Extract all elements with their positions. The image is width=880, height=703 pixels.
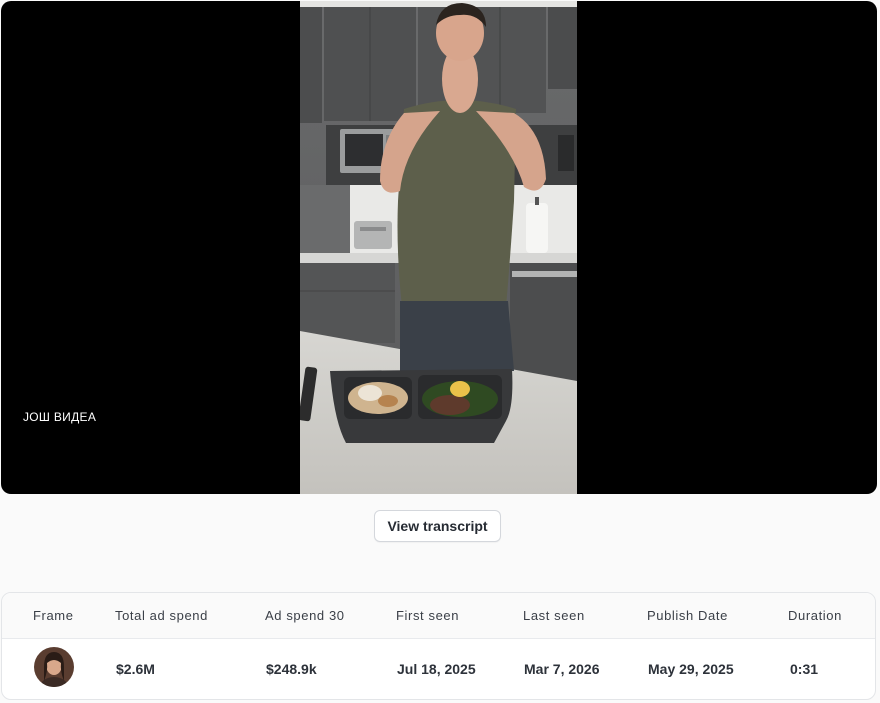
creator-thumbnail-icon[interactable] [34, 647, 74, 687]
video-still-image [300, 1, 577, 494]
column-header-publish-date: Publish Date [647, 608, 728, 623]
column-header-ad-spend-30: Ad spend 30 [265, 608, 345, 623]
column-header-duration: Duration [788, 608, 842, 623]
last-seen-value: Mar 7, 2026 [524, 661, 600, 677]
column-header-frame: Frame [33, 608, 74, 623]
video-frame[interactable] [300, 1, 577, 494]
more-videos-link[interactable]: ЈОШ ВИДЕА [23, 410, 96, 424]
table-header-row: Frame Total ad spend Ad spend 30 First s… [2, 593, 875, 639]
ad-spend-30-value: $248.9k [266, 661, 317, 677]
column-header-last-seen: Last seen [523, 608, 585, 623]
column-header-first-seen: First seen [396, 608, 460, 623]
publish-date-value: May 29, 2025 [648, 661, 734, 677]
total-ad-spend-value: $2.6M [116, 661, 155, 677]
video-player[interactable]: ЈОШ ВИДЕА [1, 1, 877, 494]
first-seen-value: Jul 18, 2025 [397, 661, 476, 677]
view-transcript-button[interactable]: View transcript [374, 510, 501, 542]
ad-stats-table: Frame Total ad spend Ad spend 30 First s… [1, 592, 876, 700]
column-header-total-ad-spend: Total ad spend [115, 608, 208, 623]
frame-thumbnail-image [34, 647, 74, 687]
duration-value: 0:31 [790, 661, 819, 677]
